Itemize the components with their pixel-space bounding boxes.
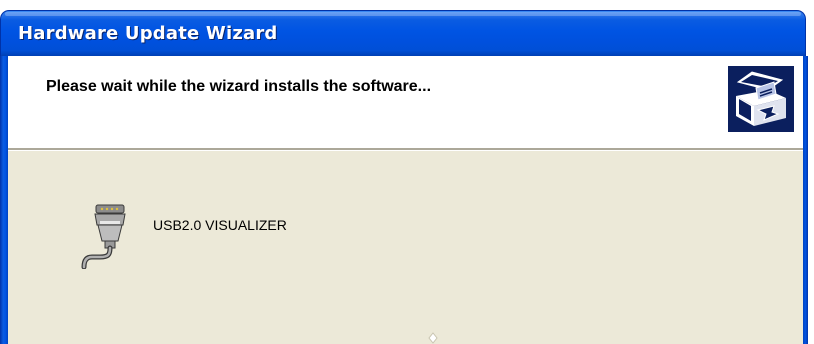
window-frame-left — [0, 56, 8, 344]
serial-plug-icon — [78, 199, 138, 270]
install-animation-icon — [426, 331, 440, 344]
device-name-label: USB2.0 VISUALIZER — [153, 217, 287, 233]
title-bar[interactable]: Hardware Update Wizard — [0, 10, 806, 56]
window-title: Hardware Update Wizard — [18, 23, 278, 44]
hardware-update-wizard-window: Hardware Update Wizard Please wait while… — [0, 0, 814, 344]
wizard-header: Please wait while the wizard installs th… — [8, 56, 803, 148]
title-bar-highlight — [5, 12, 801, 16]
hardware-wizard-icon — [728, 66, 794, 132]
wizard-body: USB2.0 VISUALIZER — [8, 151, 803, 344]
window-frame-right[interactable] — [803, 56, 808, 344]
wizard-heading: Please wait while the wizard installs th… — [46, 78, 432, 95]
